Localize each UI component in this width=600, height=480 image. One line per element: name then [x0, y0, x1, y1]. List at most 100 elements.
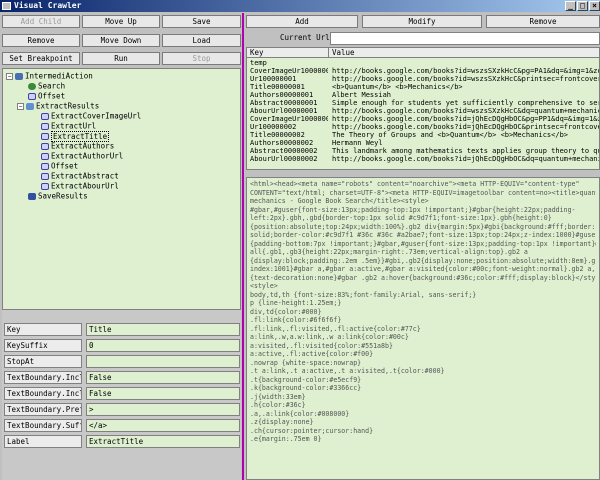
action-tree[interactable]: − IntermediAction Search Offset − ExtractR…	[2, 68, 241, 310]
property-key: Label	[4, 435, 82, 448]
source-line: a:link,.w,a.w:link,.w a:link{color:#00c}	[250, 333, 409, 341]
info-icon	[41, 122, 49, 130]
tree-node-save-results[interactable]: SaveResults	[28, 191, 88, 201]
info-icon	[41, 112, 49, 120]
tree-node-child[interactable]: ExtractCoverImageUrl	[41, 111, 141, 121]
property-editor: Key Title KeySuffix 0 StopAt TextBoundar…	[2, 310, 241, 480]
table-row[interactable]: Title00000001 <b>Quantum</b> <b>Mechanics…	[247, 83, 599, 91]
source-line: .fl:link,.fl:visited,.fl:active{color:#7…	[250, 324, 421, 333]
collapse-icon[interactable]: −	[6, 72, 13, 80]
tree-node-offset[interactable]: Offset	[28, 91, 65, 101]
property-row: TextBoundary.Include False	[4, 371, 240, 384]
column-header-key[interactable]: Key	[250, 48, 264, 58]
property-value-input[interactable]: False	[86, 371, 240, 384]
source-line: {display:block;padding:.2em .5em}}#gbi,.…	[250, 256, 596, 265]
source-line: {position:absolute;top:24px;width:100%}.…	[250, 222, 596, 231]
variables-grid[interactable]: Key Value temp CoverImageUr100000001http…	[246, 47, 600, 170]
property-value-input[interactable]: ExtractTitle	[86, 435, 240, 448]
modify-button[interactable]: Modify	[362, 15, 482, 28]
move-up-button[interactable]: Move Up	[82, 15, 160, 28]
table-row[interactable]: Authors00000002 Hermann Weyl	[247, 139, 599, 147]
page-source-view[interactable]: <html><head><meta name="robots" content=…	[246, 177, 600, 480]
source-line: mechanics - Google Book Search</title><s…	[250, 197, 429, 205]
table-row[interactable]: Ur100000002 http://books.google.com/books…	[247, 123, 599, 131]
source-line: CONTENT="text/html; charset=UTF-8"><meta…	[250, 188, 596, 197]
tree-node-child[interactable]: ExtractUrl	[41, 121, 96, 131]
offset-icon	[28, 92, 36, 100]
tree-node-child[interactable]: ExtractAuthorUrl	[41, 151, 123, 161]
table-row[interactable]: CoverImageUr100000001http://books.google…	[247, 67, 599, 75]
table-row[interactable]: CoverImageUr100000002http://books.google…	[247, 115, 599, 123]
save-icon	[28, 192, 36, 200]
tree-node-extract-results[interactable]: − ExtractResults	[17, 101, 99, 111]
source-line: {padding-bottom:7px !important;}#gbar,#g…	[250, 239, 596, 248]
close-button[interactable]: ×	[589, 1, 600, 11]
property-value-input[interactable]: 0	[86, 339, 240, 352]
property-row: TextBoundary.Prefix >	[4, 403, 240, 416]
stop-button[interactable]: Stop	[162, 52, 241, 65]
property-value-input[interactable]: Title	[86, 323, 240, 336]
save-button[interactable]: Save	[162, 15, 241, 28]
table-row[interactable]: Ur100000001 http://books.google.com/books…	[247, 75, 599, 83]
property-key: KeySuffix	[4, 339, 82, 352]
info-icon	[41, 142, 49, 150]
tree-node-search[interactable]: Search	[28, 81, 65, 91]
table-row[interactable]: Authors00000001 Albert Messiah	[247, 91, 599, 99]
table-row[interactable]: AbourUrl00000002 http://books.google.com/…	[247, 155, 599, 163]
source-line: <style>	[250, 282, 278, 290]
property-key: TextBoundary.Include	[4, 387, 82, 400]
tree-node-child[interactable]: Offset	[41, 161, 78, 171]
table-row[interactable]: Title00000002 The Theory of Groups and <b…	[247, 131, 599, 139]
source-line: div,td{color:#000}	[250, 307, 322, 316]
column-header-value[interactable]: Value	[332, 48, 355, 58]
tree-node-child[interactable]: ExtractAbstract	[41, 171, 119, 181]
source-line: .e{margin:.75em 0}	[250, 435, 322, 443]
remove-variable-button[interactable]: Remove	[486, 15, 600, 28]
column-separator	[328, 48, 329, 58]
tree-node-child[interactable]: ExtractAbourUrl	[41, 181, 119, 191]
minimize-button[interactable]: _	[565, 1, 576, 11]
source-line: index:1001}#gbar a,#gbar a:active,#gbar …	[250, 265, 596, 273]
add-button[interactable]: Add	[246, 15, 358, 28]
property-key: TextBoundary.Suffix	[4, 419, 82, 432]
search-icon	[28, 82, 36, 90]
app-icon	[2, 2, 11, 10]
tree-node-root[interactable]: − IntermediAction	[6, 71, 93, 81]
property-key: Key	[4, 323, 82, 336]
remove-button[interactable]: Remove	[2, 34, 80, 47]
property-row: KeySuffix 0	[4, 339, 240, 352]
grid-rows: temp CoverImageUr100000001http://books.g…	[247, 59, 599, 163]
source-line: body,td,th {font-size:83%;font-family:Ar…	[250, 290, 477, 299]
table-row[interactable]: Abstract00000002 This landmark among math…	[247, 147, 599, 155]
left-panel: Add Child Move Up Save Remove Move Down …	[2, 13, 241, 480]
right-panel: Add Modify Remove Current Url: Key Value…	[246, 13, 600, 480]
tree-node-child[interactable]: ExtractAuthors	[41, 141, 114, 151]
property-value-input[interactable]: </a>	[86, 419, 240, 432]
source-line: solid;border-color:#c9d7f1 #36c #36c #a2…	[250, 231, 596, 239]
window-title: Visual Crawler	[14, 1, 82, 10]
source-line: .a,.a:link{color:#008000}	[250, 409, 350, 418]
info-icon	[41, 132, 49, 140]
property-row: Key Title	[4, 323, 240, 336]
source-line: #gbar,#guser{font-size:13px;padding-top:…	[250, 205, 576, 214]
source-line: left:2px}.gbh,.gbd{border-top:1px solid …	[250, 214, 552, 222]
grid-header: Key Value	[247, 48, 599, 58]
add-child-button[interactable]: Add Child	[2, 15, 80, 28]
collapse-icon[interactable]: −	[17, 102, 24, 110]
property-value-input[interactable]: >	[86, 403, 240, 416]
run-button[interactable]: Run	[82, 52, 160, 65]
set-breakpoint-button[interactable]: Set Breakpoint	[2, 52, 80, 65]
current-url-input[interactable]	[330, 32, 600, 45]
property-value-input[interactable]: False	[86, 387, 240, 400]
table-row[interactable]: temp	[247, 59, 599, 67]
property-value-input[interactable]	[86, 355, 240, 368]
tree-node-child-selected[interactable]: ExtractTitle	[41, 130, 110, 142]
table-row[interactable]: Abstract00000001 Simple enough for studen…	[247, 99, 599, 107]
load-button[interactable]: Load	[162, 34, 241, 47]
move-down-button[interactable]: Move Down	[82, 34, 160, 47]
source-line: a:visited,.fl:visited{color:#551a8b}	[250, 341, 393, 350]
source-line: .fl:link{color:#6f6f6f}	[250, 316, 342, 324]
maximize-button[interactable]: □	[577, 1, 588, 11]
table-row[interactable]: AbourUrl00000001 http://books.google.com/…	[247, 107, 599, 115]
source-line: .nowrap {white-space:nowrap}	[250, 358, 362, 367]
